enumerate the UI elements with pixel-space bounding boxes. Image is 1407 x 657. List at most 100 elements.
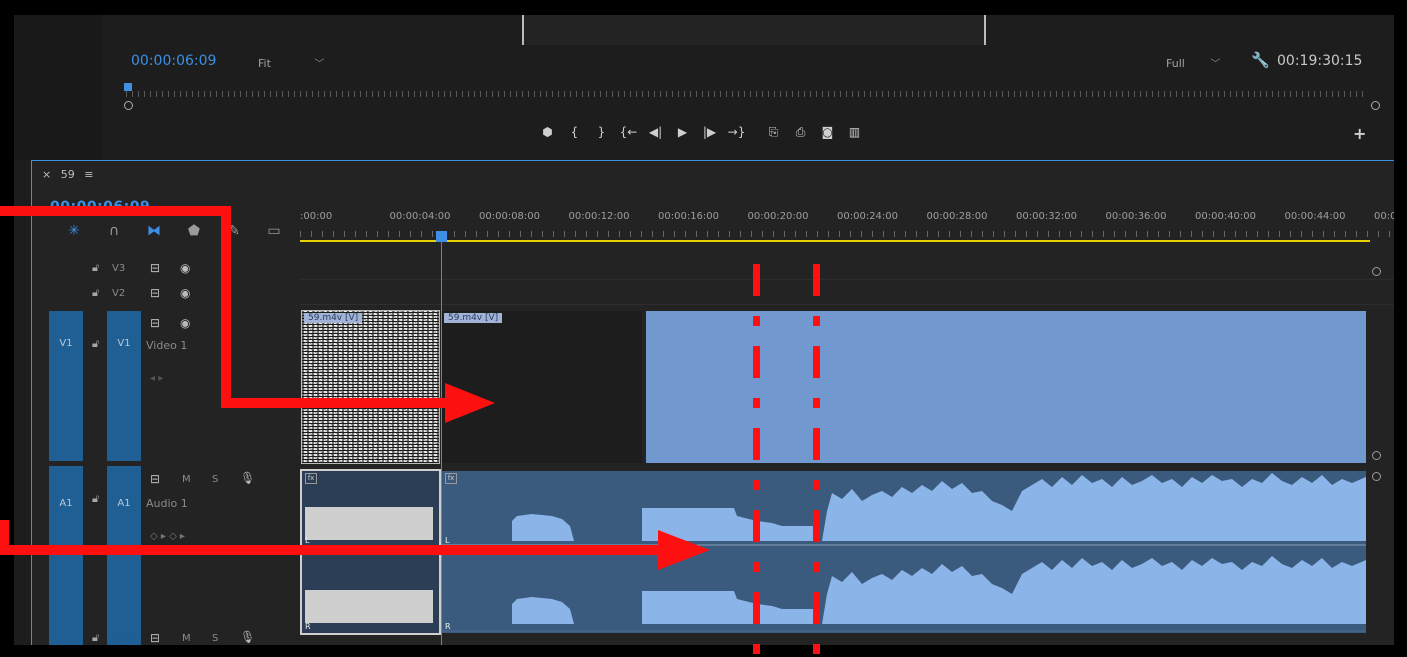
track-label[interactable]: A2: [117, 633, 130, 644]
vertical-zoom-handle-icon[interactable]: [1372, 267, 1381, 276]
vertical-zoom-handle-icon[interactable]: [1372, 451, 1381, 460]
ruler-label: 00:00:28:00: [926, 211, 988, 222]
mute-button[interactable]: M: [182, 633, 191, 644]
monitor-time-ruler[interactable]: [126, 91, 1366, 97]
button-editor-plus-button[interactable]: +: [1353, 124, 1366, 143]
ruler-label: 00:00:04:00: [389, 211, 451, 222]
lock-icon[interactable]: 🔓︎: [92, 261, 99, 275]
track-target-a1[interactable]: A1: [107, 466, 141, 645]
fx-badge: fx: [305, 473, 317, 484]
settings-icon[interactable]: ✎: [214, 223, 254, 239]
sync-lock-icon[interactable]: ⊟: [150, 286, 160, 300]
lock-icon[interactable]: 🔓︎: [92, 492, 99, 506]
lock-icon[interactable]: 🔓︎: [92, 337, 99, 351]
microphone-icon[interactable]: 🎙︎: [240, 630, 255, 644]
lift-icon[interactable]: ⎘: [760, 125, 787, 140]
channel-label-left: L: [445, 536, 450, 545]
zoom-level-select[interactable]: Fit ﹀: [258, 55, 324, 70]
lock-icon[interactable]: 🔓︎: [92, 631, 99, 645]
track-name: Audio 1: [146, 497, 188, 510]
timeline-toolbar: ✳ ∩ ⧓ ⬟ ✎ ▭: [54, 223, 294, 239]
mute-button[interactable]: M: [182, 474, 191, 485]
track-header-v3: 🔓︎ V3 ⊟ ◉: [92, 261, 292, 279]
track-name: Video 1: [146, 339, 188, 352]
source-patch-a1[interactable]: A1: [49, 466, 83, 645]
ruler-label: 00:00:16:00: [658, 211, 720, 222]
ruler-label: 00:00:44:00: [1284, 211, 1346, 222]
eye-icon[interactable]: ◉: [180, 286, 190, 300]
playback-resolution-select[interactable]: Full ﹀: [1166, 55, 1220, 70]
mark-out-icon[interactable]: }: [588, 125, 615, 139]
video-clip[interactable]: 59.m4v [V]: [301, 310, 440, 464]
track-divider: [300, 279, 1394, 280]
add-marker-icon[interactable]: ⬢: [534, 125, 561, 139]
eye-icon[interactable]: ◉: [180, 261, 190, 275]
channel-label-right: R: [305, 622, 311, 631]
sequence-tab[interactable]: × 59 ≡: [42, 168, 93, 181]
sync-lock-icon[interactable]: ⊟: [150, 472, 160, 486]
monitor-playhead[interactable]: [124, 83, 132, 91]
add-marker-icon[interactable]: ⬟: [174, 223, 214, 239]
track-divider: [300, 304, 1394, 305]
chevron-down-icon: ﹀: [1210, 59, 1221, 70]
channel-label-right: R: [445, 622, 451, 631]
monitor-left-gutter: [14, 15, 102, 160]
go-to-out-icon[interactable]: →}: [723, 125, 750, 139]
track-label[interactable]: V3: [112, 263, 125, 274]
annotation-arrowhead-video: [445, 383, 495, 423]
playhead-line[interactable]: [441, 231, 442, 645]
step-forward-icon[interactable]: |▶: [696, 125, 723, 139]
sync-lock-icon[interactable]: ⊟: [150, 316, 160, 330]
export-frame-icon[interactable]: ◙: [814, 125, 841, 139]
source-patch-v1[interactable]: V1: [49, 311, 83, 461]
playhead-timecode[interactable]: 00:00:06:09: [131, 53, 216, 69]
program-monitor: 00:00:06:09 Fit ﹀ Full ﹀ 🔧 00:19:30:15 ⬢…: [14, 15, 1394, 160]
vertical-zoom-handle-icon[interactable]: [1372, 472, 1381, 481]
close-icon[interactable]: ×: [42, 168, 51, 181]
annotation-arrow-video-vertical: [221, 206, 231, 408]
lock-icon[interactable]: 🔓︎: [92, 286, 99, 300]
mark-in-icon[interactable]: {: [561, 125, 588, 139]
ruler-label: 00:00:24:00: [837, 211, 899, 222]
time-ruler[interactable]: :00:00 00:00:04:00 00:00:08:00 00:00:12:00 0…: [300, 211, 1394, 241]
playhead-handle[interactable]: [436, 231, 447, 242]
zoom-handle-left-icon[interactable]: [124, 101, 133, 110]
keyframe-nav-icon[interactable]: ◇ ▸ ◇ ▸: [150, 531, 185, 542]
captions-icon[interactable]: ▭: [254, 223, 294, 239]
sync-lock-icon[interactable]: ⊟: [150, 631, 160, 645]
go-to-in-icon[interactable]: {←: [615, 125, 642, 139]
solo-button[interactable]: S: [212, 633, 218, 644]
sync-lock-icon[interactable]: ⊟: [150, 261, 160, 275]
linked-selection-icon[interactable]: ⧓: [134, 223, 174, 239]
ruler-label: 00:00:40:00: [1195, 211, 1257, 222]
solo-button[interactable]: S: [212, 474, 218, 485]
keyframe-nav-icon[interactable]: ◂ ▸: [150, 373, 163, 384]
eye-icon[interactable]: ◉: [180, 316, 190, 330]
track-label[interactable]: V2: [112, 288, 125, 299]
step-back-icon[interactable]: ◀|: [642, 125, 669, 139]
extract-icon[interactable]: ⎙: [787, 125, 814, 140]
ruler-label: 00:00:12:00: [568, 211, 630, 222]
track-label: A1: [117, 498, 131, 509]
source-patch-label: A1: [59, 498, 73, 509]
nest-icon[interactable]: ✳: [54, 223, 94, 239]
work-area-bar[interactable]: [300, 240, 1370, 242]
annotation-arrowhead-audio: [658, 530, 710, 570]
comparison-view-icon[interactable]: ▥: [841, 125, 868, 139]
channel-label-left: L: [305, 536, 310, 545]
ruler-label: 00:00:20:00: [747, 211, 809, 222]
play-icon[interactable]: ▶: [669, 125, 696, 139]
clip-name: 59.m4v [V]: [304, 313, 363, 323]
clip-name: 59.m4v [V]: [444, 313, 503, 323]
sequence-name: 59: [60, 168, 75, 181]
zoom-handle-right-icon[interactable]: [1371, 101, 1380, 110]
annotation-arrow-audio-shaft: [0, 545, 660, 555]
track-target-v1[interactable]: V1: [107, 311, 141, 461]
ruler-label: :00:00: [300, 211, 333, 222]
wrench-icon[interactable]: 🔧: [1251, 51, 1270, 69]
microphone-icon[interactable]: 🎙︎: [240, 471, 255, 485]
snap-icon[interactable]: ∩: [94, 223, 134, 239]
source-patch-label: V1: [59, 338, 73, 349]
waveform-right: [305, 590, 433, 623]
panel-menu-icon[interactable]: ≡: [84, 168, 93, 181]
